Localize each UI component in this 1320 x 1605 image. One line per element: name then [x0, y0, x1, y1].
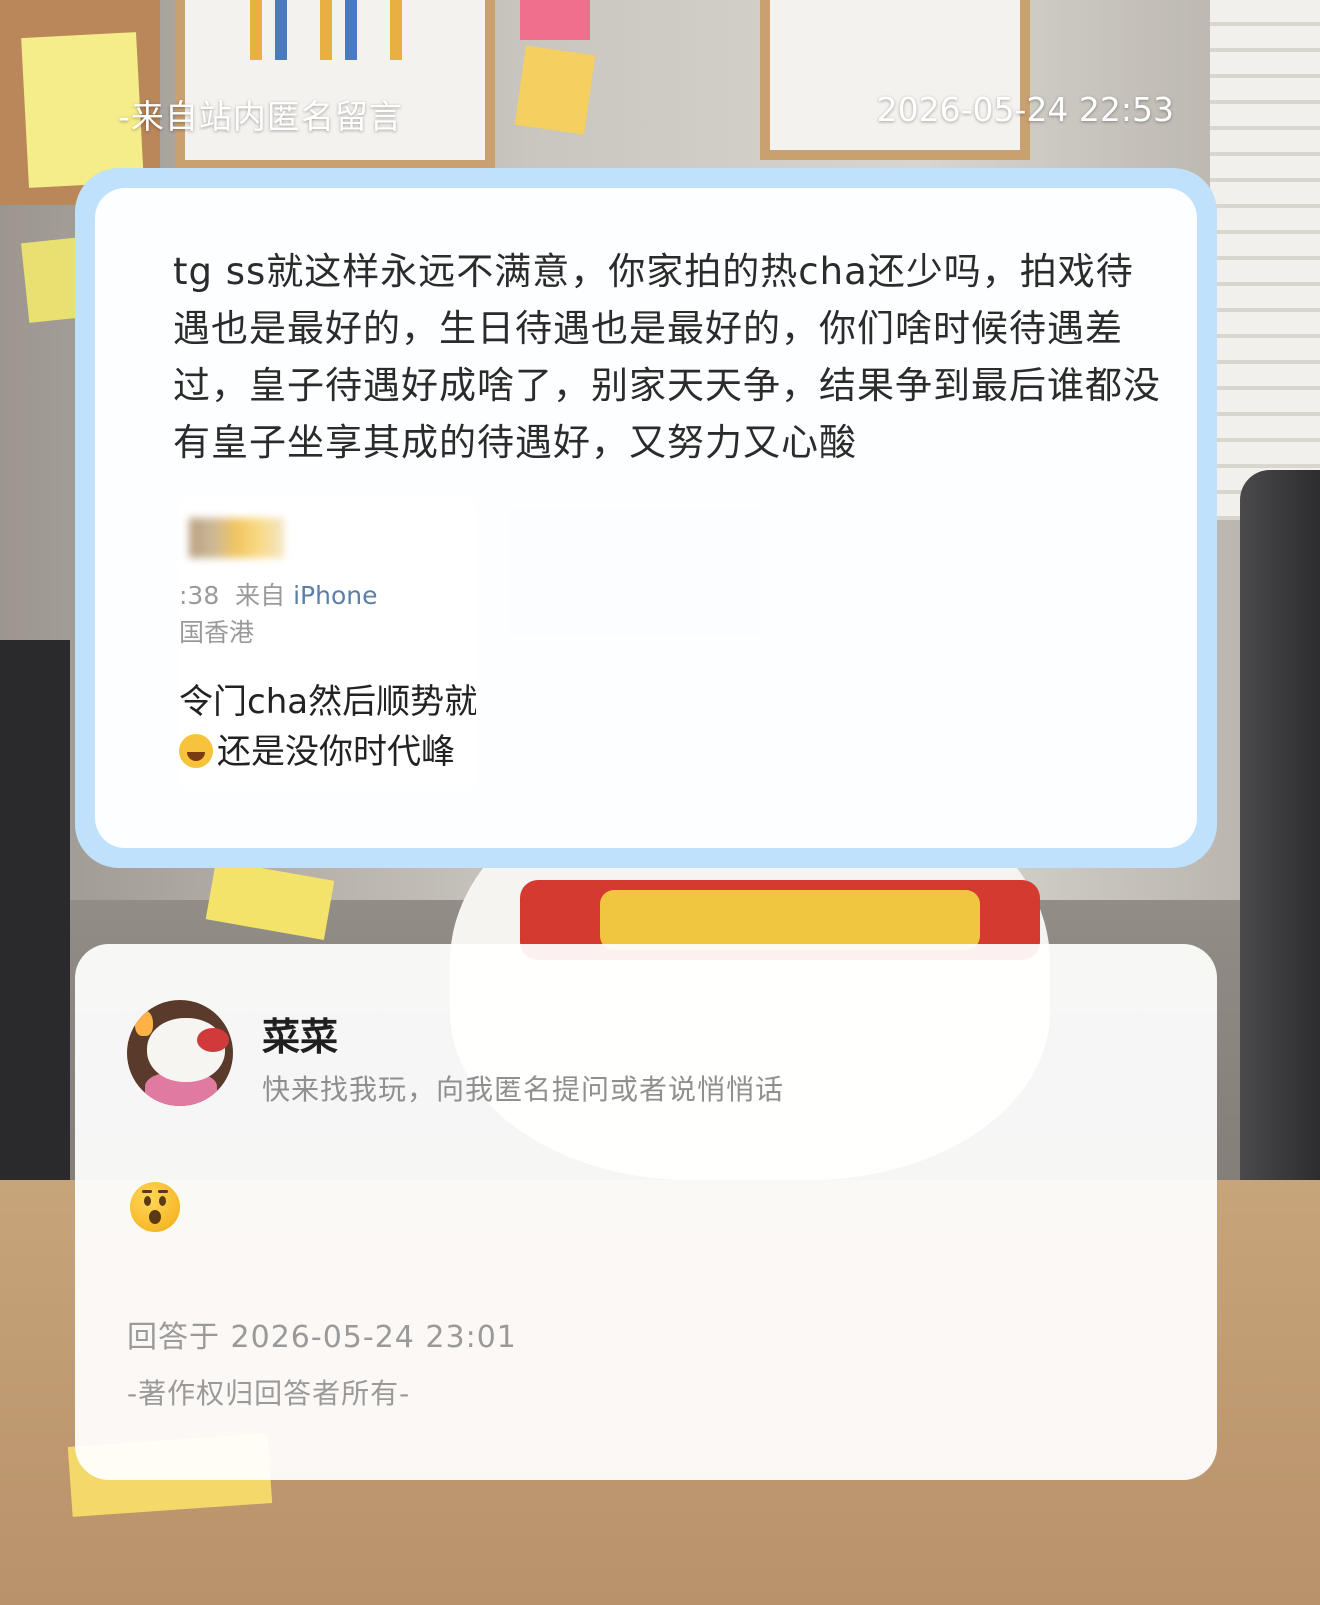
blurred-username [189, 518, 284, 558]
message-timestamp: 2026-05-24 22:53 [876, 90, 1174, 129]
avatar[interactable] [127, 1000, 233, 1106]
username[interactable]: 菜菜 [262, 1006, 338, 1061]
copyright-notice: -著作权归回答者所有- [127, 1377, 411, 1410]
screenshot-device: iPhone [293, 581, 378, 610]
rofl-emoji-icon [179, 734, 213, 768]
attached-screenshot[interactable]: :38 来自 iPhone 国香港 令门cha然后顺势就 还是没你时代峰 [179, 496, 476, 793]
screenshot-time: :38 [179, 581, 220, 610]
user-bio: 快来找我玩，向我匿名提问或者说悄悄话 [262, 1073, 785, 1106]
screenshot-location: 国香港 [179, 618, 255, 647]
question-text: tg ss就这样永远不满意，你家拍的热cha还少吗，拍戏待遇也是最好的，生日待遇… [173, 250, 1161, 464]
message-header: -来自站内匿名留言 2026-05-24 22:53 [0, 90, 1320, 140]
screenshot-meta: :38 来自 iPhone [179, 576, 378, 612]
message-source: -来自站内匿名留言 [118, 97, 403, 136]
screenshot-text-line-2: 还是没你时代峰 [217, 732, 455, 772]
screenshot-text-line-1: 令门cha然后顺势就 [179, 682, 476, 722]
question-card: tg ss就这样永远不满意，你家拍的热cha还少吗，拍戏待遇也是最好的，生日待遇… [75, 168, 1217, 868]
answered-timestamp: 回答于 2026-05-24 23:01 [127, 1320, 517, 1355]
question-card-inner: tg ss就这样永远不满意，你家拍的热cha还少吗，拍戏待遇也是最好的，生日待遇… [95, 188, 1197, 848]
screenshot-from-label: 来自 [235, 581, 286, 610]
astonished-face-emoji-icon [130, 1182, 180, 1232]
answer-card: 菜菜 快来找我玩，向我匿名提问或者说悄悄话 回答于 2026-05-24 23:… [75, 944, 1217, 1480]
screenshot-text-line-2-wrap: 还是没你时代峰 [179, 724, 455, 773]
